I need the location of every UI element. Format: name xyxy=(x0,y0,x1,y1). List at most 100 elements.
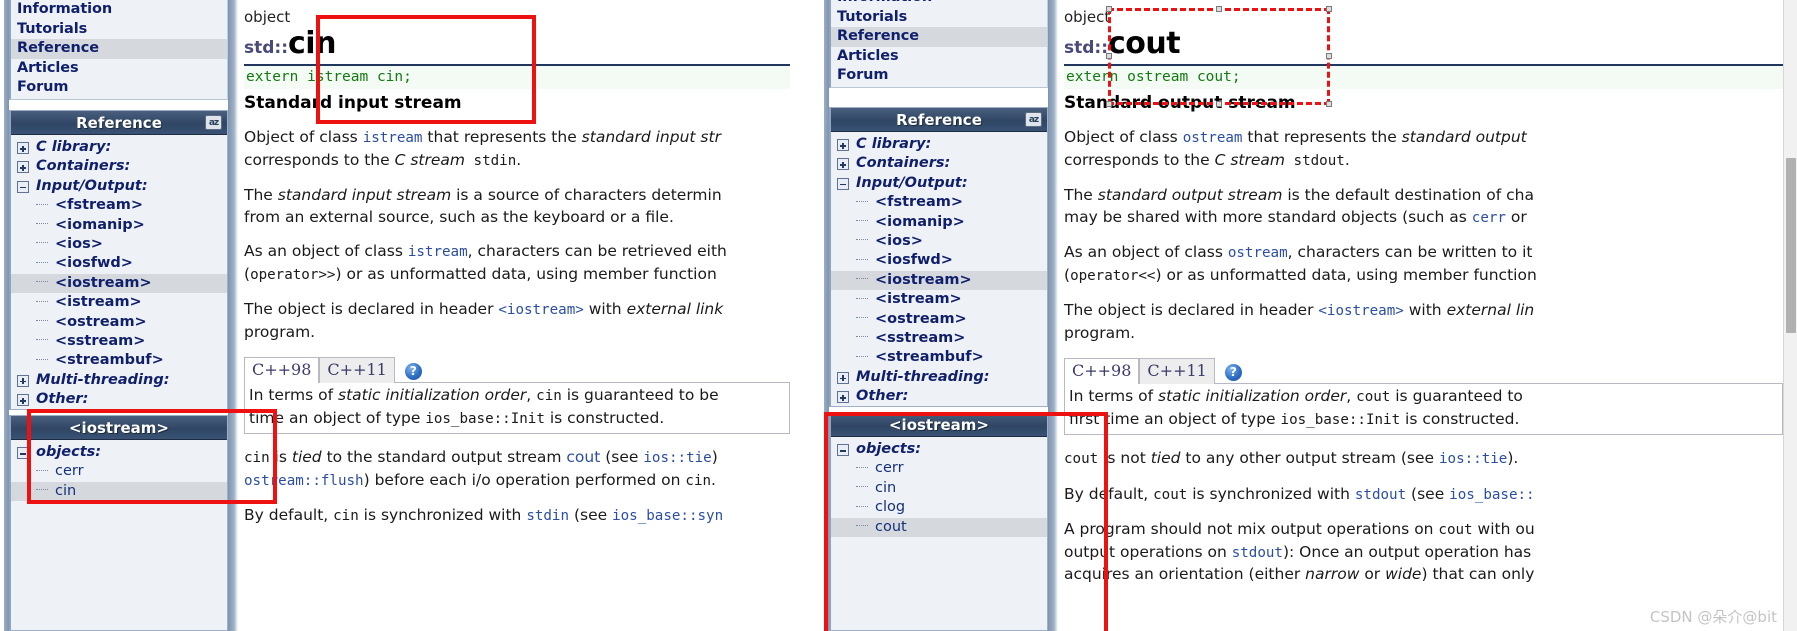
nav-item-tutorials[interactable]: Tutorials xyxy=(11,20,227,40)
tree-item-other[interactable]: Other: xyxy=(831,387,1047,406)
az-sort-icon[interactable]: az xyxy=(205,115,222,130)
expand-plus-icon[interactable] xyxy=(17,374,29,387)
tree-item-objects[interactable]: objects: xyxy=(11,443,227,462)
selection-handle-n[interactable] xyxy=(1216,6,1222,12)
tree-item-sstream[interactable]: <sstream> xyxy=(831,329,1047,348)
tree-item-other[interactable]: Other: xyxy=(11,390,227,409)
tree-item-iosfwd[interactable]: <iosfwd> xyxy=(11,254,227,273)
tree-item-ostream[interactable]: <ostream> xyxy=(11,313,227,332)
link-stdin[interactable]: stdin xyxy=(526,508,569,524)
link-ostream-flush[interactable]: ostream::flush xyxy=(244,473,364,489)
tree-item-iostream[interactable]: <iostream> xyxy=(11,273,227,294)
tree-item-istream[interactable]: <istream> xyxy=(11,293,227,312)
tree-item-containers[interactable]: Containers: xyxy=(831,154,1047,173)
tab-cpp11[interactable]: C++11 xyxy=(319,357,395,383)
code-ios-base-init: ios_base::Init xyxy=(1280,411,1401,428)
link-ios-tie[interactable]: ios::tie xyxy=(1439,451,1507,467)
link-ios-tie[interactable]: ios::tie xyxy=(643,450,711,466)
tree-item-streambuf[interactable]: <streambuf> xyxy=(831,348,1047,367)
nav-item-information[interactable]: Information xyxy=(831,0,1047,8)
nav-item-forum[interactable]: Forum xyxy=(831,66,1047,86)
tree-item-iomanip[interactable]: <iomanip> xyxy=(11,216,227,235)
expand-plus-icon[interactable] xyxy=(837,391,849,404)
tree-item-iomanip[interactable]: <iomanip> xyxy=(831,213,1047,232)
tree-item-streambuf[interactable]: <streambuf> xyxy=(11,351,227,370)
right-screenshot-panel: Information Tutorials Reference Articles… xyxy=(820,0,1797,631)
tab-cpp98[interactable]: C++98 xyxy=(244,357,320,383)
tree-item-fstream[interactable]: <fstream> xyxy=(11,196,227,215)
expand-plus-icon[interactable] xyxy=(17,161,29,174)
selection-handle-w[interactable] xyxy=(1106,53,1112,59)
link-stdout[interactable]: stdout xyxy=(1232,545,1283,561)
tree-item-c-library[interactable]: C library: xyxy=(831,135,1047,154)
content-rail xyxy=(228,0,238,631)
tree-item-ios[interactable]: <ios> xyxy=(11,235,227,254)
tree-item-input-output[interactable]: Input/Output: xyxy=(831,174,1047,193)
tree-item-cin[interactable]: cin xyxy=(831,479,1047,498)
expand-plus-icon[interactable] xyxy=(837,371,849,384)
scrollbar-thumb[interactable] xyxy=(1786,158,1796,333)
help-icon[interactable]: ? xyxy=(1224,364,1242,381)
tree-item-ostream[interactable]: <ostream> xyxy=(831,310,1047,329)
nav-item-articles[interactable]: Articles xyxy=(831,47,1047,67)
selection-handle-nw[interactable] xyxy=(1106,6,1112,12)
tree-item-iostream[interactable]: <iostream> xyxy=(831,270,1047,291)
tree-branch-icon xyxy=(36,469,48,471)
expand-plus-icon[interactable] xyxy=(17,394,29,407)
selection-handle-ne[interactable] xyxy=(1326,6,1332,12)
tree-item-c-library[interactable]: C library: xyxy=(11,138,227,157)
collapse-minus-icon[interactable] xyxy=(17,180,29,193)
tree-item-cout[interactable]: cout xyxy=(831,517,1047,537)
nav-item-tutorials[interactable]: Tutorials xyxy=(831,8,1047,28)
tree-item-multi-threading[interactable]: Multi-threading: xyxy=(831,368,1047,387)
tree-item-cin[interactable]: cin xyxy=(11,481,227,502)
selection-handle-e[interactable] xyxy=(1326,53,1332,59)
tree-item-clog[interactable]: clog xyxy=(831,498,1047,517)
help-icon[interactable]: ? xyxy=(404,363,422,380)
tree-item-iosfwd[interactable]: <iosfwd> xyxy=(831,251,1047,270)
iostream-tree-title: <iostream> xyxy=(11,416,227,440)
expand-plus-icon[interactable] xyxy=(837,139,849,151)
tree-branch-icon xyxy=(36,281,48,283)
nav-item-forum[interactable]: Forum xyxy=(11,78,227,98)
selection-handle-s[interactable] xyxy=(1216,101,1222,107)
expand-plus-icon[interactable] xyxy=(837,158,849,171)
tree-item-input-output[interactable]: Input/Output: xyxy=(11,177,227,196)
tree-branch-icon xyxy=(856,355,868,357)
vertical-scrollbar[interactable] xyxy=(1783,0,1797,631)
tree-item-cerr[interactable]: cerr xyxy=(11,462,227,481)
collapse-minus-icon[interactable] xyxy=(837,444,849,456)
link-cout[interactable]: cout xyxy=(566,448,600,466)
left-article-kind: object xyxy=(244,8,291,26)
tree-item-multi-threading[interactable]: Multi-threading: xyxy=(11,371,227,390)
screenshot-root: Information Tutorials Reference Articles… xyxy=(0,0,1797,631)
tree-branch-icon xyxy=(36,320,48,322)
expand-plus-icon[interactable] xyxy=(17,142,29,154)
tree-item-istream[interactable]: <istream> xyxy=(831,290,1047,309)
tree-item-cerr[interactable]: cerr xyxy=(831,459,1047,478)
tree-branch-icon xyxy=(856,239,868,241)
tree-item-label: C library: xyxy=(856,136,932,152)
tree-item-containers[interactable]: Containers: xyxy=(11,157,227,176)
tab-cpp11[interactable]: C++11 xyxy=(1139,358,1215,384)
tree-item-ios[interactable]: <ios> xyxy=(831,232,1047,251)
link-stdout[interactable]: stdout xyxy=(1355,487,1406,503)
nav-item-reference[interactable]: Reference xyxy=(831,27,1047,47)
tree-item-sstream[interactable]: <sstream> xyxy=(11,332,227,351)
iostream-tree-panel: <iostream> objects: cerr cin xyxy=(9,415,228,631)
link-cerr[interactable]: cerr xyxy=(1472,210,1506,226)
link-ios-base[interactable]: ios_base:: xyxy=(1449,487,1534,503)
az-sort-icon[interactable]: az xyxy=(1025,112,1042,127)
nav-item-articles[interactable]: Articles xyxy=(11,59,227,79)
tree-item-label: <streambuf> xyxy=(875,349,984,366)
nav-item-reference[interactable]: Reference xyxy=(11,39,227,59)
selection-handle-sw[interactable] xyxy=(1106,101,1112,107)
collapse-minus-icon[interactable] xyxy=(17,447,29,459)
tab-cpp98[interactable]: C++98 xyxy=(1064,358,1140,384)
link-ios-base-sync[interactable]: ios_base::syn xyxy=(612,508,723,524)
tree-item-objects[interactable]: objects: xyxy=(831,440,1047,459)
collapse-minus-icon[interactable] xyxy=(837,177,849,190)
tree-item-fstream[interactable]: <fstream> xyxy=(831,193,1047,212)
nav-item-information[interactable]: Information xyxy=(11,0,227,20)
selection-handle-se[interactable] xyxy=(1326,101,1332,107)
